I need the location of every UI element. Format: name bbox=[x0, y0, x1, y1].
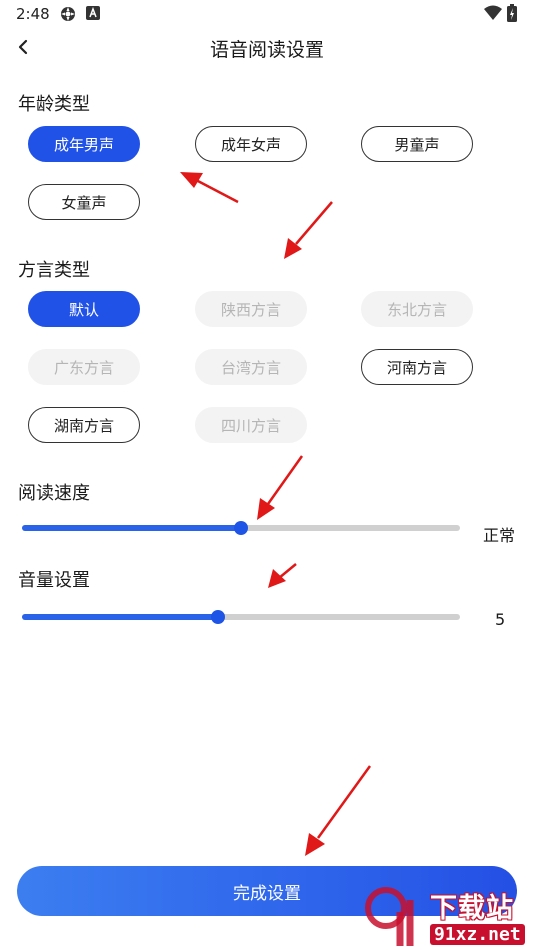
dialect-option-henan[interactable]: 河南方言 bbox=[361, 349, 473, 385]
reading-speed-title: 阅读速度 bbox=[18, 483, 90, 504]
header: 语音阅读设置 bbox=[0, 28, 534, 68]
volume-slider[interactable] bbox=[22, 607, 460, 627]
dialect-option-guangdong: 广东方言 bbox=[28, 349, 140, 385]
dialect-option-sichuan: 四川方言 bbox=[195, 407, 307, 443]
battery-icon bbox=[507, 4, 517, 22]
dialect-type-title: 方言类型 bbox=[18, 260, 90, 281]
slider-fill bbox=[22, 525, 241, 531]
arrow-annotation-2 bbox=[284, 201, 333, 259]
age-option-adult-male[interactable]: 成年男声 bbox=[28, 126, 140, 162]
watermark-text-top: 下载站 bbox=[430, 893, 514, 924]
dialect-option-hunan[interactable]: 湖南方言 bbox=[28, 407, 140, 443]
age-option-adult-female[interactable]: 成年女声 bbox=[195, 126, 307, 162]
watermark-text-bottom: 91xz.net bbox=[430, 924, 525, 945]
age-type-title: 年龄类型 bbox=[18, 94, 90, 115]
page-title: 语音阅读设置 bbox=[209, 39, 324, 61]
notification-a-icon bbox=[86, 6, 100, 20]
reading-speed-slider[interactable] bbox=[22, 518, 460, 538]
status-bar: 2:48 bbox=[0, 0, 534, 28]
watermark: 下载站 91xz.net bbox=[364, 884, 534, 950]
dialect-option-shaanxi: 陕西方言 bbox=[195, 291, 307, 327]
dialect-option-taiwan: 台湾方言 bbox=[195, 349, 307, 385]
slider-fill bbox=[22, 614, 218, 620]
volume-title: 音量设置 bbox=[18, 570, 90, 591]
dialect-option-dongbei: 东北方言 bbox=[361, 291, 473, 327]
settings-icon bbox=[61, 7, 75, 21]
arrow-annotation-4 bbox=[268, 563, 297, 588]
dialect-option-default[interactable]: 默认 bbox=[28, 291, 140, 327]
watermark-logo-icon bbox=[365, 887, 414, 946]
wifi-icon bbox=[484, 5, 502, 20]
age-option-girl[interactable]: 女童声 bbox=[28, 184, 140, 220]
arrow-annotation-5 bbox=[305, 765, 372, 856]
arrow-annotation-1 bbox=[180, 172, 239, 204]
age-option-boy[interactable]: 男童声 bbox=[361, 126, 473, 162]
arrow-annotation-3 bbox=[257, 455, 304, 520]
status-time: 2:48 bbox=[16, 5, 50, 23]
reading-speed-value: 正常 bbox=[483, 526, 516, 545]
volume-value: 5 bbox=[495, 610, 506, 629]
slider-thumb[interactable] bbox=[210, 610, 225, 624]
slider-thumb[interactable] bbox=[234, 521, 248, 535]
